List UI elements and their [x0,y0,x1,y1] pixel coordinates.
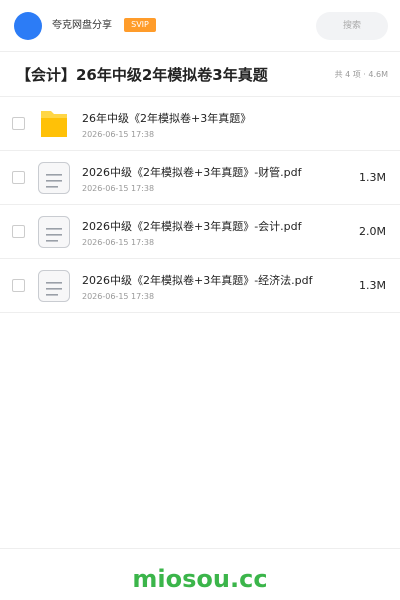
folder-summary: 共 4 项 · 4.6M [334,70,388,79]
file-name[interactable]: 2026中级《2年模拟卷+3年真题》-会计.pdf [82,220,302,234]
page-title: 【会计】26年中级2年模拟卷3年真题 [16,66,268,84]
checkbox[interactable] [12,225,25,238]
folder-title-bar: 【会计】26年中级2年模拟卷3年真题 共 4 项 · 4.6M [0,52,400,97]
file-date: 2026-06-15 17:38 [82,184,155,193]
file-name[interactable]: 26年中级《2年模拟卷+3年真题》 [82,112,251,126]
file-date: 2026-06-15 17:38 [82,130,155,139]
list-item[interactable]: 2026中级《2年模拟卷+3年真题》-财管.pdf 2026-06-15 17:… [0,151,400,205]
list-item[interactable]: 2026中级《2年模拟卷+3年真题》-会计.pdf 2026-06-15 17:… [0,205,400,259]
list-item[interactable]: 26年中级《2年模拟卷+3年真题》 2026-06-15 17:38 [0,97,400,151]
list-item[interactable]: 2026中级《2年模拟卷+3年真题》-经济法.pdf 2026-06-15 17… [0,259,400,313]
svip-badge: SVIP [124,18,156,32]
avatar[interactable] [14,12,42,40]
share-name[interactable]: 夸克网盘分享 [52,19,112,33]
file-size: 2.0M [359,225,386,238]
document-icon [38,270,70,302]
folder-icon [41,111,67,137]
file-date: 2026-06-15 17:38 [82,292,155,301]
file-size: 1.3M [359,171,386,184]
site-watermark: miosou.cc [132,565,268,593]
file-name[interactable]: 2026中级《2年模拟卷+3年真题》-财管.pdf [82,166,302,180]
search-input[interactable]: 搜索 [316,12,388,40]
document-icon [38,162,70,194]
checkbox[interactable] [12,117,25,130]
checkbox[interactable] [12,171,25,184]
search-placeholder: 搜索 [342,21,361,31]
file-list: 26年中级《2年模拟卷+3年真题》 2026-06-15 17:38 2026中… [0,97,400,313]
file-name[interactable]: 2026中级《2年模拟卷+3年真题》-经济法.pdf [82,274,313,288]
file-date: 2026-06-15 17:38 [82,238,155,247]
share-header: 夸克网盘分享 SVIP 搜索 [0,0,400,52]
checkbox[interactable] [12,279,25,292]
footer: miosou.cc [0,548,400,600]
document-icon [38,216,70,248]
file-size: 1.3M [359,279,386,292]
